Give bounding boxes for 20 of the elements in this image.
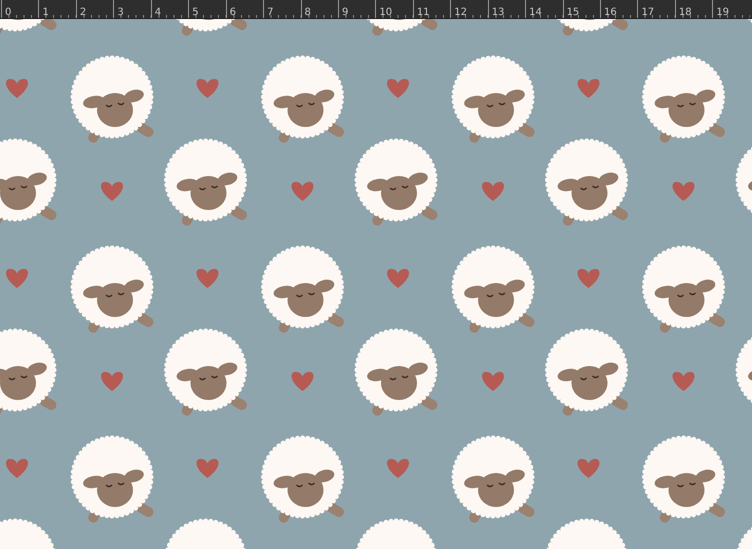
ruler-label: 6 <box>230 6 236 18</box>
ruler-label: 3 <box>117 6 124 18</box>
ruler-label: 13 <box>492 6 504 18</box>
ruler-label: 11 <box>416 6 430 18</box>
ruler-label: 2 <box>80 6 86 18</box>
ruler-label: 15 <box>566 6 580 18</box>
ruler-label: 18 <box>678 6 692 18</box>
ruler-label: 5 <box>192 6 199 18</box>
ruler-label: 1 <box>42 6 49 18</box>
ruler-label: 0 <box>5 6 12 18</box>
ruler-label: 17 <box>641 6 654 18</box>
ruler-label: 14 <box>529 6 542 18</box>
ruler-label: 8 <box>304 6 311 18</box>
ruler-label: 4 <box>154 6 162 18</box>
ruler-label: 10 <box>379 6 392 18</box>
ruler-label: 12 <box>454 6 467 18</box>
ruler-label: 7 <box>267 6 274 18</box>
ruler-label: 9 <box>342 6 348 18</box>
ruler-label: 16 <box>604 6 617 18</box>
ruler-label: 19 <box>716 6 730 18</box>
